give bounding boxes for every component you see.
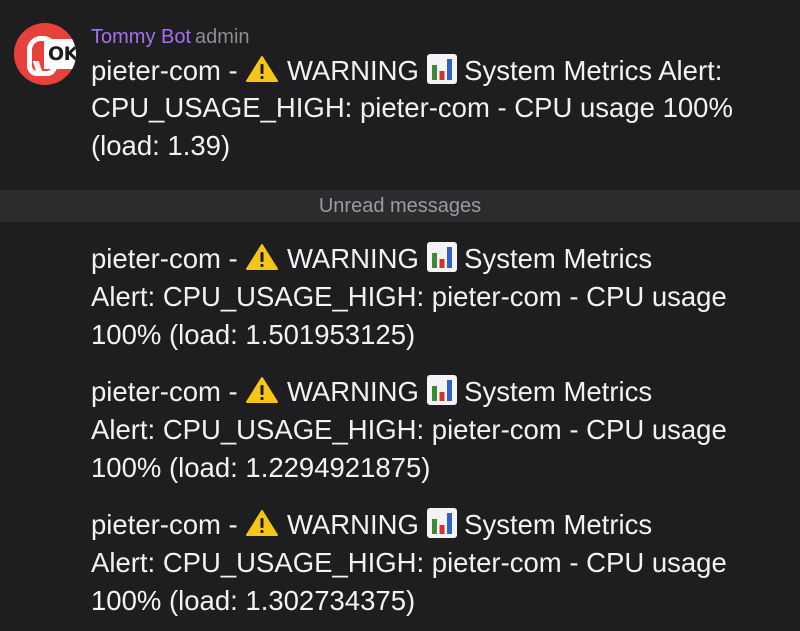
message-4-line-1: pieter-com - WARNING System Metrics <box>91 506 652 544</box>
message-text: pieter-com - <box>91 55 246 86</box>
message-2-line-2: Alert: CPU_USAGE_HIGH: pieter-com - CPU … <box>91 281 727 312</box>
message-1-line-2: CPU_USAGE_HIGH: pieter-com - CPU usage 1… <box>91 92 733 123</box>
avatar[interactable]: OK <box>14 23 76 85</box>
message-2-line-1: pieter-com - WARNING System Metrics <box>91 240 652 278</box>
message-text: pieter-com - <box>91 376 246 407</box>
message-text: pieter-com - <box>91 509 246 540</box>
message-text: pieter-com - <box>91 243 246 274</box>
message-text: System Metrics Alert: <box>456 55 723 86</box>
bar-chart-icon <box>426 508 457 538</box>
message-text: WARNING <box>279 55 427 86</box>
warning-icon <box>246 56 279 82</box>
bar-chart-icon <box>426 242 457 272</box>
message-text: WARNING <box>279 509 427 540</box>
chat-view: OK Tommy Bot admin pieter-com - WARNING S… <box>0 0 800 631</box>
message-text: System Metrics <box>456 243 653 274</box>
message-text: WARNING <box>279 243 427 274</box>
message-text: System Metrics <box>456 509 653 540</box>
bar-chart-icon <box>426 54 457 84</box>
message-header: Tommy Bot admin <box>91 24 250 50</box>
message-text: WARNING <box>279 376 427 407</box>
message-text: System Metrics <box>456 376 653 407</box>
warning-icon <box>246 510 279 536</box>
bar-chart-icon <box>426 375 457 405</box>
warning-icon <box>246 377 279 403</box>
message-1-line-3: (load: 1.39) <box>91 130 231 161</box>
unread-messages-divider: Unread messages <box>0 190 800 222</box>
message-3-line-1: pieter-com - WARNING System Metrics <box>91 373 652 411</box>
message-4-line-3: 100% (load: 1.302734375) <box>91 585 416 616</box>
message-3-line-2: Alert: CPU_USAGE_HIGH: pieter-com - CPU … <box>91 414 727 445</box>
message-3-line-3: 100% (load: 1.2294921875) <box>91 452 431 483</box>
message-1-line-1: pieter-com - WARNING System Metrics Aler… <box>91 52 722 90</box>
sender-role-badge: admin <box>195 26 250 48</box>
message-2-line-3: 100% (load: 1.501953125) <box>91 319 416 350</box>
warning-icon <box>246 244 279 270</box>
ok-logo-text: OK <box>44 39 76 69</box>
sender-name[interactable]: Tommy Bot <box>91 26 191 48</box>
message-4-line-2: Alert: CPU_USAGE_HIGH: pieter-com - CPU … <box>91 547 727 578</box>
